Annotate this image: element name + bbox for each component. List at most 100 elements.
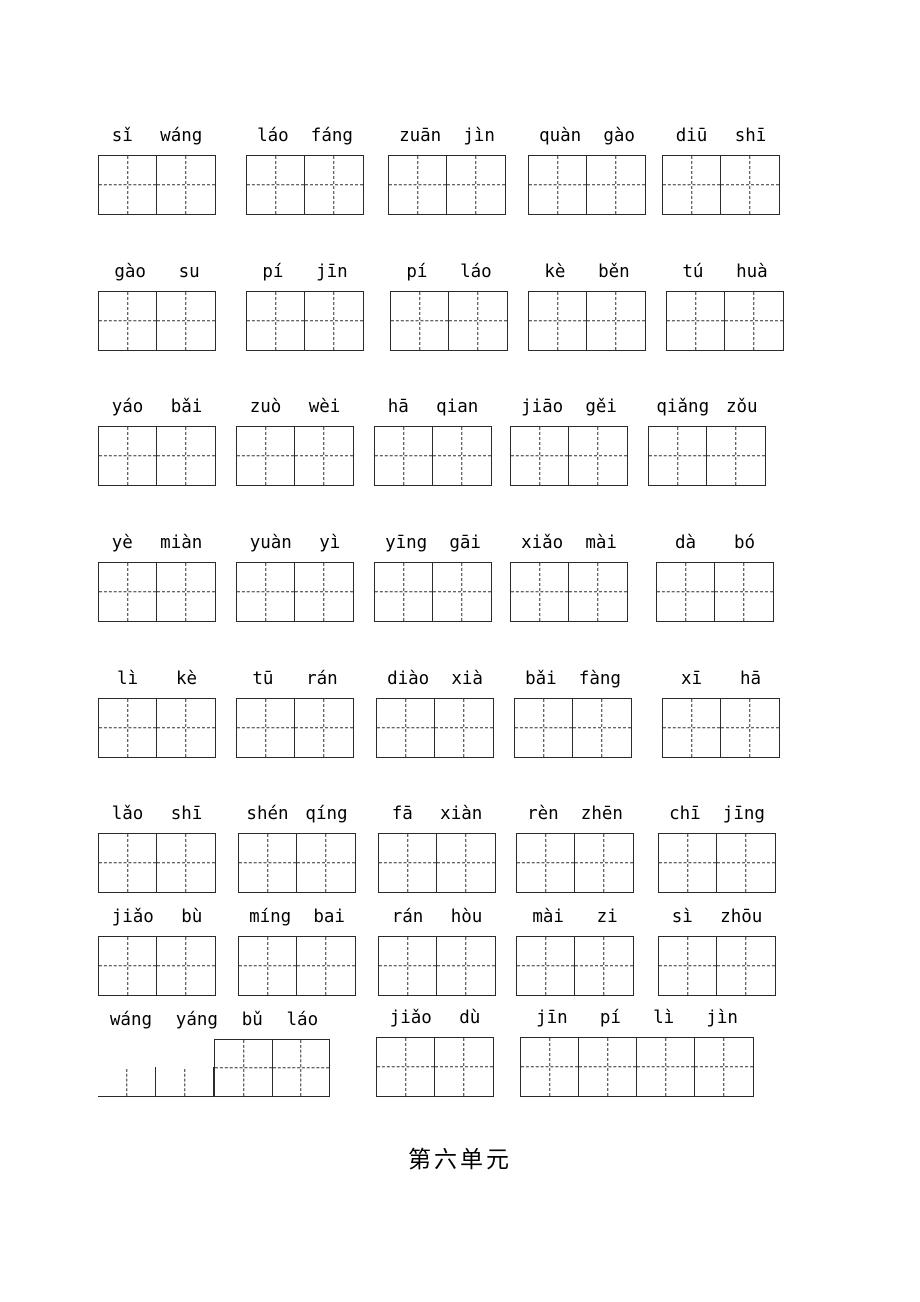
- writing-cell[interactable]: [391, 291, 449, 350]
- writing-cell[interactable]: [717, 937, 775, 995]
- writing-grid[interactable]: [390, 290, 508, 351]
- writing-cell[interactable]: [435, 1038, 493, 1096]
- writing-grid[interactable]: [238, 832, 356, 893]
- writing-cell[interactable]: [247, 155, 305, 214]
- writing-cell[interactable]: [99, 155, 157, 214]
- writing-cell[interactable]: [587, 156, 645, 214]
- writing-cell[interactable]: [515, 698, 573, 757]
- writing-cell[interactable]: [295, 427, 353, 485]
- writing-grid[interactable]: [236, 561, 354, 622]
- writing-cell[interactable]: [99, 562, 157, 621]
- writing-grid[interactable]: [374, 561, 492, 622]
- writing-cell[interactable]: [433, 427, 491, 485]
- writing-cell[interactable]: [237, 562, 295, 621]
- writing-grid[interactable]: [236, 697, 354, 758]
- writing-grid[interactable]: [378, 935, 496, 996]
- writing-grid[interactable]: [510, 425, 628, 486]
- writing-grid[interactable]: [528, 154, 646, 215]
- writing-grid[interactable]: [238, 935, 356, 996]
- writing-grid[interactable]: [648, 425, 766, 486]
- writing-cell[interactable]: [433, 563, 491, 621]
- writing-grid[interactable]: [236, 425, 354, 486]
- writing-grid[interactable]: [514, 697, 632, 758]
- writing-cell[interactable]: [517, 936, 575, 995]
- writing-cell[interactable]: [377, 698, 435, 757]
- writing-grid[interactable]: [510, 561, 628, 622]
- writing-cell[interactable]: [529, 155, 587, 214]
- writing-cell[interactable]: [156, 1066, 214, 1097]
- writing-cell[interactable]: [715, 563, 773, 621]
- writing-grid[interactable]: [666, 290, 784, 351]
- writing-grid[interactable]: [658, 935, 776, 996]
- writing-cell[interactable]: [573, 699, 631, 757]
- writing-cell[interactable]: [447, 156, 505, 214]
- writing-grid[interactable]: [98, 697, 216, 758]
- writing-grid[interactable]: [662, 697, 780, 758]
- writing-grid[interactable]: [98, 935, 216, 996]
- writing-cell[interactable]: [725, 292, 783, 350]
- writing-cell[interactable]: [239, 833, 297, 892]
- writing-cell[interactable]: [247, 291, 305, 350]
- writing-cell[interactable]: [529, 291, 587, 350]
- writing-cell[interactable]: [295, 699, 353, 757]
- writing-grid[interactable]: [98, 154, 216, 215]
- writing-cell[interactable]: [297, 834, 355, 892]
- writing-cell[interactable]: [377, 1037, 435, 1096]
- writing-cell[interactable]: [375, 426, 433, 485]
- writing-grid[interactable]: [98, 425, 216, 486]
- writing-grid[interactable]: [376, 697, 494, 758]
- writing-grid[interactable]: [378, 832, 496, 893]
- writing-grid[interactable]: [520, 1036, 754, 1097]
- writing-grid[interactable]: [662, 154, 780, 215]
- writing-cell[interactable]: [659, 936, 717, 995]
- writing-cell[interactable]: [389, 155, 447, 214]
- writing-cell[interactable]: [99, 936, 157, 995]
- writing-grid[interactable]: [658, 832, 776, 893]
- writing-grid[interactable]: [374, 425, 492, 486]
- writing-cell[interactable]: [157, 937, 215, 995]
- writing-grid[interactable]: [516, 832, 634, 893]
- writing-cell[interactable]: [295, 563, 353, 621]
- writing-grid[interactable]: [98, 1038, 330, 1097]
- writing-grid[interactable]: [376, 1036, 494, 1097]
- writing-cell[interactable]: [99, 698, 157, 757]
- writing-cell[interactable]: [521, 1037, 579, 1096]
- writing-grid[interactable]: [656, 561, 774, 622]
- writing-cell[interactable]: [667, 291, 725, 350]
- writing-grid[interactable]: [516, 935, 634, 996]
- writing-cell[interactable]: [237, 426, 295, 485]
- writing-cell[interactable]: [575, 834, 633, 892]
- writing-cell[interactable]: [157, 427, 215, 485]
- writing-cell[interactable]: [663, 698, 721, 757]
- writing-cell[interactable]: [157, 834, 215, 892]
- writing-cell[interactable]: [587, 292, 645, 350]
- writing-cell[interactable]: [649, 426, 707, 485]
- writing-cell[interactable]: [663, 155, 721, 214]
- writing-cell[interactable]: [157, 156, 215, 214]
- writing-grid[interactable]: [98, 290, 216, 351]
- writing-cell[interactable]: [569, 427, 627, 485]
- writing-grid[interactable]: [388, 154, 506, 215]
- writing-cell[interactable]: [379, 833, 437, 892]
- writing-cell[interactable]: [375, 562, 433, 621]
- writing-cell[interactable]: [435, 699, 493, 757]
- writing-cell[interactable]: [379, 936, 437, 995]
- writing-cell[interactable]: [214, 1038, 272, 1097]
- writing-cell[interactable]: [239, 936, 297, 995]
- writing-cell[interactable]: [157, 292, 215, 350]
- writing-cell[interactable]: [569, 563, 627, 621]
- writing-cell[interactable]: [157, 699, 215, 757]
- writing-cell[interactable]: [305, 292, 363, 350]
- writing-cell[interactable]: [511, 426, 569, 485]
- writing-cell[interactable]: [99, 291, 157, 350]
- writing-cell[interactable]: [272, 1038, 330, 1097]
- writing-cell[interactable]: [721, 699, 779, 757]
- writing-grid[interactable]: [98, 561, 216, 622]
- writing-cell[interactable]: [721, 156, 779, 214]
- writing-cell[interactable]: [511, 562, 569, 621]
- writing-cell[interactable]: [717, 834, 775, 892]
- writing-cell[interactable]: [637, 1037, 695, 1096]
- writing-cell[interactable]: [237, 698, 295, 757]
- writing-cell[interactable]: [579, 1037, 637, 1096]
- writing-cell[interactable]: [157, 563, 215, 621]
